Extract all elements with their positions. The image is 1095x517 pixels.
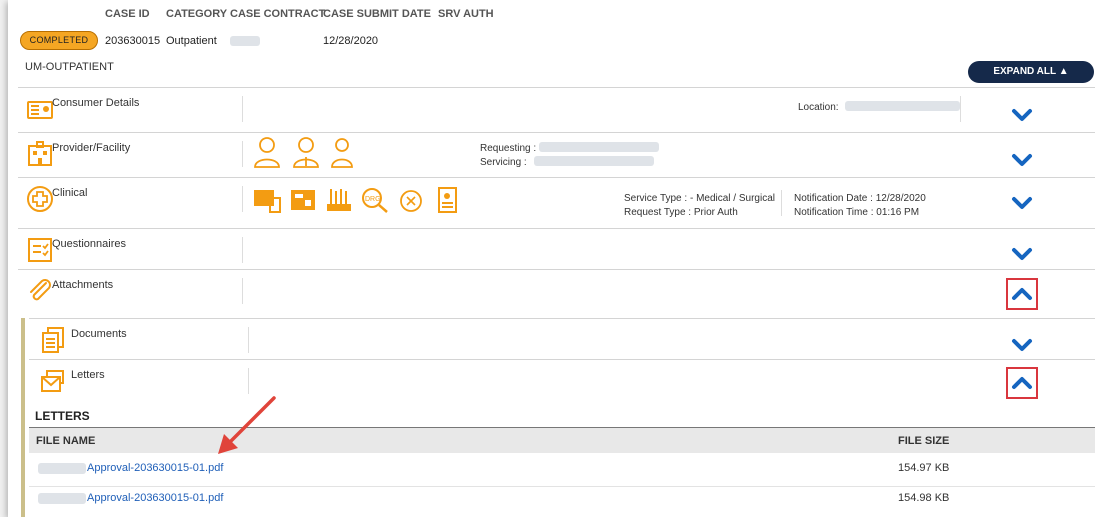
letters-label: Letters [71,369,105,381]
chevron-up-icon [1012,288,1032,300]
paperclip-icon [30,279,51,301]
col-case-contract: CASE CONTRACT [230,8,326,20]
file-size: 154.97 KB [898,462,950,474]
file-size-header[interactable]: FILE SIZE [898,435,949,447]
expand-all-label: EXPAND ALL [993,66,1056,77]
documents-label: Documents [71,328,127,340]
file-name-header[interactable]: FILE NAME [36,435,95,447]
letters-row[interactable]: Letters [29,359,1095,406]
divider [242,186,243,212]
notification-time: Notification Time : 01:16 PM [794,207,920,218]
questionnaires-label: Questionnaires [52,238,126,250]
location-value [845,101,960,112]
nested-section-bar [21,318,25,517]
clinical-label: Clinical [52,187,88,199]
checklist-icon [28,238,52,262]
chevron-down-icon[interactable] [1010,152,1034,168]
nurse-icon [331,138,353,168]
chevron-up-icon [1012,377,1032,389]
table-row: Approval-203630015-01.pdf 154.98 KB [29,486,1095,509]
doctor-icon [254,137,280,168]
col-case-id: CASE ID [105,8,150,20]
chevron-down-icon[interactable] [1010,107,1034,123]
medical-cross-icon [27,186,53,212]
category-value: Outpatient [166,35,217,47]
chevron-down-icon[interactable] [1010,195,1034,211]
divider [248,327,249,353]
letters-icon [41,370,64,392]
submit-date-value: 12/28/2020 [323,35,379,47]
col-category: CATEGORY [166,8,228,20]
building-icon [28,141,52,166]
monitor-icon [254,190,281,213]
status-badge: COMPLETED [20,31,98,50]
file-size: 154.98 KB [898,492,950,504]
attachments-row[interactable]: Attachments [18,269,1095,318]
provider-facility-row[interactable]: Provider/Facility Requesting : Servicing… [18,132,1095,177]
request-type: Request Type : Prior Auth [624,207,738,218]
divider [242,278,243,304]
documents-row[interactable]: Documents [29,318,1095,359]
drg-search-icon: DRG [362,188,388,213]
file-link[interactable]: Approval-203630015-01.pdf [87,492,223,504]
divider [242,141,243,167]
consumer-details-row[interactable]: Consumer Details Location: [18,87,1095,132]
equipment-icon [291,190,315,210]
section-title: UM-OUTPATIENT [25,61,114,73]
divider [242,237,243,263]
divider [781,190,782,216]
table-row: Approval-203630015-01.pdf 154.97 KB [29,459,1095,482]
case-detail-panel: CASE ID CATEGORY CASE CONTRACT CASE SUBM… [8,0,1095,517]
divider [960,96,961,122]
id-card-icon [27,101,53,119]
lab-tools-icon [327,189,351,211]
notification-date: Notification Date : 12/28/2020 [794,193,926,204]
letters-table-title: LETTERS [35,409,90,423]
letters-table-header: FILE NAME FILE SIZE [29,427,1095,453]
file-link[interactable]: Approval-203630015-01.pdf [87,462,223,474]
servicing-label: Servicing : [480,157,527,168]
clinical-row[interactable]: Clinical DRG Service Type: - Medical / … [18,177,1095,228]
divider [248,368,249,394]
case-id-value: 203630015 [105,35,161,47]
chevron-up-icon: ▲ [1058,66,1069,77]
case-contract-value [230,35,260,47]
service-type: Service Type : - Medical / Surgical [624,193,775,204]
attachments-label: Attachments [52,279,114,291]
expand-all-button[interactable]: EXPAND ALL ▲ [968,61,1094,83]
questionnaires-row[interactable]: Questionnaires [18,228,1095,269]
chevron-down-icon[interactable] [1010,246,1034,262]
report-icon [438,187,457,213]
location-label: Location: [798,102,839,113]
requesting-label: Requesting : [480,143,537,154]
physician-icon [293,137,319,168]
timer-icon [400,190,422,212]
chevron-down-icon[interactable] [1010,337,1034,353]
consumer-details-label: Consumer Details [52,97,140,109]
divider [242,96,243,122]
col-srv-auth: SRV AUTH [438,8,494,20]
col-submit-date: CASE SUBMIT DATE [323,8,431,20]
collapse-letters-button[interactable] [1006,367,1038,399]
annotation-arrow-icon [218,396,276,454]
provider-facility-label: Provider/Facility [52,142,131,154]
documents-icon [42,327,64,353]
collapse-attachments-button[interactable] [1006,278,1038,310]
svg-text:DRG: DRG [365,196,381,203]
